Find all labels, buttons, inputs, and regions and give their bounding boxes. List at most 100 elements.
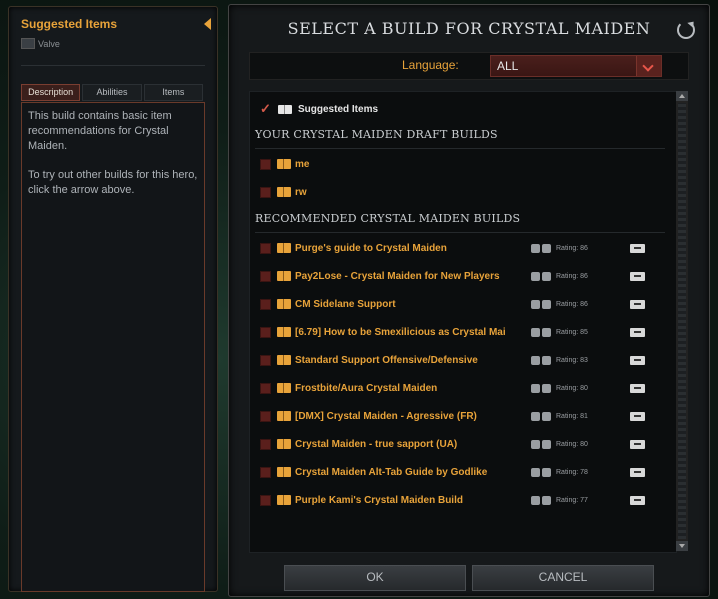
build-checkbox[interactable]	[260, 270, 271, 282]
book-icon	[277, 439, 291, 449]
share-icon[interactable]	[630, 299, 645, 309]
scroll-down-icon[interactable]	[676, 541, 688, 551]
build-checkbox[interactable]	[260, 158, 271, 170]
build-checkbox[interactable]	[260, 242, 271, 254]
chevron-down-icon[interactable]	[636, 56, 661, 76]
share-icon[interactable]	[630, 243, 645, 253]
tab-description[interactable]: Description	[21, 84, 81, 101]
build-list: ✓ Suggested Items YOUR CRYSTAL MAIDEN DR…	[249, 91, 677, 553]
tab-abilities[interactable]: Abilities	[82, 84, 142, 101]
share-icon[interactable]	[630, 467, 645, 477]
recommended-build-row[interactable]: Standard Support Offensive/Defensive Rat…	[260, 351, 672, 369]
dialog-title: SELECT A BUILD FOR CRYSTAL MAIDEN	[287, 19, 651, 38]
vote-thumbs-icon[interactable]	[531, 271, 551, 281]
book-icon	[277, 243, 291, 253]
build-rating: Rating: 80	[556, 440, 588, 448]
vote-thumbs-icon[interactable]	[531, 439, 551, 449]
build-author: Valve	[21, 38, 60, 49]
share-icon[interactable]	[630, 439, 645, 449]
collapse-arrow-icon[interactable]	[204, 18, 211, 30]
build-name: CM Sidelane Support	[295, 298, 396, 310]
build-checkbox[interactable]	[260, 298, 271, 310]
suggested-items-row[interactable]: ✓ Suggested Items	[260, 101, 378, 117]
tab-items[interactable]: Items	[143, 84, 203, 101]
description-paragraph: To try out other builds for this hero, c…	[28, 169, 198, 196]
build-name: [6.79] How to be Smexilicious as Crystal…	[295, 326, 506, 338]
share-icon[interactable]	[630, 327, 645, 337]
recommended-build-row[interactable]: Crystal Maiden - true sapport (UA) Ratin…	[260, 435, 672, 453]
build-rating: Rating: 86	[556, 244, 588, 252]
draft-build-row[interactable]: me	[260, 155, 672, 173]
vote-thumbs-icon[interactable]	[531, 467, 551, 477]
build-name: Frostbite/Aura Crystal Maiden	[295, 382, 438, 394]
book-icon	[277, 355, 291, 365]
vote-thumbs-icon[interactable]	[531, 327, 551, 337]
language-dropdown[interactable]: ALL	[490, 55, 662, 77]
share-icon[interactable]	[630, 271, 645, 281]
scrollbar[interactable]	[676, 91, 688, 551]
cancel-button[interactable]: CANCEL	[472, 565, 654, 591]
recommended-build-row[interactable]: CM Sidelane Support Rating: 86	[260, 295, 672, 313]
language-bar: Language: ALL	[249, 52, 689, 80]
build-rating: Rating: 86	[556, 300, 588, 308]
build-name: Crystal Maiden - true sapport (UA)	[295, 438, 458, 450]
build-name: [DMX] Crystal Maiden - Agressive (FR)	[295, 410, 477, 422]
share-icon[interactable]	[630, 355, 645, 365]
share-icon[interactable]	[630, 411, 645, 421]
share-icon[interactable]	[630, 383, 645, 393]
recommended-build-row[interactable]: Purple Kami's Crystal Maiden Build Ratin…	[260, 491, 672, 509]
build-rating: Rating: 78	[556, 468, 588, 476]
build-name: Crystal Maiden Alt-Tab Guide by Godlike	[295, 466, 488, 478]
scroll-up-icon[interactable]	[676, 91, 688, 101]
refresh-icon[interactable]	[677, 21, 695, 39]
build-rating: Rating: 81	[556, 412, 588, 420]
build-rating: Rating: 86	[556, 272, 588, 280]
recommended-build-row[interactable]: [DMX] Crystal Maiden - Agressive (FR) Ra…	[260, 407, 672, 425]
recommended-build-row[interactable]: Purge's guide to Crystal Maiden Rating: …	[260, 239, 672, 257]
author-icon	[21, 38, 35, 49]
book-icon	[277, 467, 291, 477]
build-select-dialog: SELECT A BUILD FOR CRYSTAL MAIDEN Langua…	[228, 4, 710, 597]
book-icon	[277, 299, 291, 309]
description-box: This build contains basic item recommend…	[21, 102, 205, 592]
language-value: ALL	[497, 59, 519, 73]
info-tabs: Description Abilities Items	[21, 84, 203, 101]
draft-builds-header: YOUR CRYSTAL MAIDEN DRAFT BUILDS	[255, 128, 498, 141]
build-checkbox[interactable]	[260, 186, 271, 198]
ok-button[interactable]: OK	[284, 565, 466, 591]
build-name: Standard Support Offensive/Defensive	[295, 354, 478, 366]
book-icon	[277, 383, 291, 393]
description-paragraph: This build contains basic item recommend…	[28, 110, 172, 152]
book-icon	[278, 104, 292, 114]
build-checkbox[interactable]	[260, 410, 271, 422]
divider	[255, 148, 665, 149]
build-name: Purge's guide to Crystal Maiden	[295, 242, 447, 254]
build-checkbox[interactable]	[260, 466, 271, 478]
vote-thumbs-icon[interactable]	[531, 383, 551, 393]
build-checkbox[interactable]	[260, 326, 271, 338]
vote-thumbs-icon[interactable]	[531, 355, 551, 365]
suggested-label: Suggested Items	[298, 103, 379, 115]
share-icon[interactable]	[630, 495, 645, 505]
scroll-thumb[interactable]	[678, 103, 686, 539]
build-rating: Rating: 85	[556, 328, 588, 336]
checkmark-icon[interactable]: ✓	[260, 101, 272, 117]
build-rating: Rating: 80	[556, 384, 588, 392]
vote-thumbs-icon[interactable]	[531, 243, 551, 253]
build-checkbox[interactable]	[260, 494, 271, 506]
recommended-build-row[interactable]: [6.79] How to be Smexilicious as Crystal…	[260, 323, 672, 341]
build-name: me	[295, 158, 310, 170]
book-icon	[277, 159, 291, 169]
build-checkbox[interactable]	[260, 438, 271, 450]
vote-thumbs-icon[interactable]	[531, 299, 551, 309]
book-icon	[277, 327, 291, 337]
build-checkbox[interactable]	[260, 354, 271, 366]
recommended-build-row[interactable]: Crystal Maiden Alt-Tab Guide by Godlike …	[260, 463, 672, 481]
recommended-build-row[interactable]: Frostbite/Aura Crystal Maiden Rating: 80	[260, 379, 672, 397]
vote-thumbs-icon[interactable]	[531, 411, 551, 421]
vote-thumbs-icon[interactable]	[531, 495, 551, 505]
recommended-build-row[interactable]: Pay2Lose - Crystal Maiden for New Player…	[260, 267, 672, 285]
book-icon	[277, 187, 291, 197]
draft-build-row[interactable]: rw	[260, 183, 672, 201]
build-checkbox[interactable]	[260, 382, 271, 394]
